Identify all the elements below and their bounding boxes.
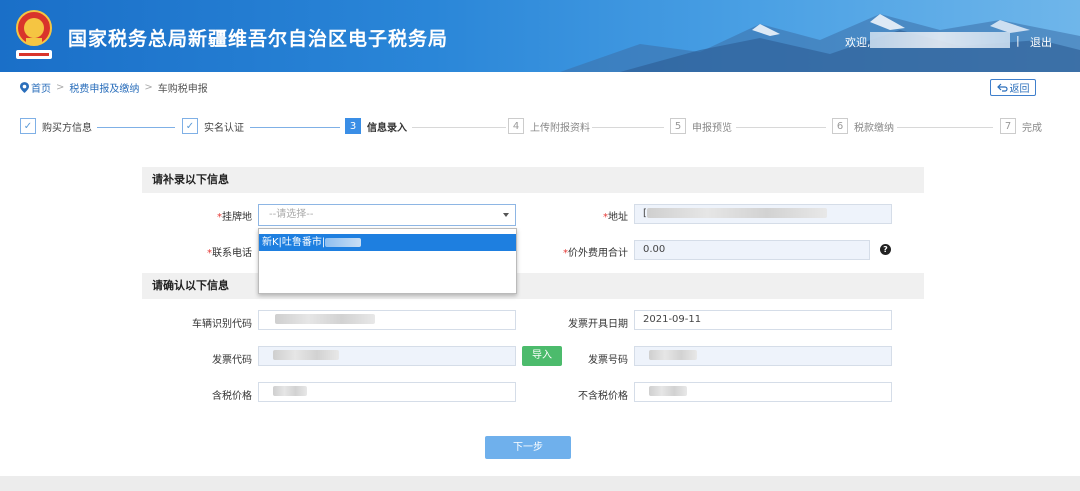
next-step-button[interactable]: 下一步 <box>485 436 571 459</box>
back-button-label: 返回 <box>1009 84 1030 95</box>
step-label: 申报预览 <box>692 122 732 134</box>
invoice-number-label: 发票号码 <box>588 355 628 366</box>
tax-bureau-emblem-icon <box>16 10 52 59</box>
breadcrumb-home[interactable]: 首页 <box>31 80 51 95</box>
breadcrumb-arrow: > <box>56 82 65 93</box>
step-label: 完成 <box>1022 122 1042 134</box>
step-label: 上传附报资料 <box>530 122 590 134</box>
step-real-name: ✓ 实名认证 <box>182 118 244 134</box>
step-connector <box>97 127 175 128</box>
progress-steps: ✓ 购买方信息 ✓ 实名认证 3 信息录入 4 上传附报资料 5 申报预览 6 … <box>0 117 1080 137</box>
site-title: 国家税务总局新疆维吾尔自治区电子税务局 <box>68 28 449 50</box>
step-connector <box>412 127 506 128</box>
step-payment: 6 税款缴纳 <box>832 118 894 134</box>
invoice-code-label: 发票代码 <box>212 355 252 366</box>
step-number: 3 <box>345 118 361 134</box>
top-banner: 国家税务总局新疆维吾尔自治区电子税务局 欢迎, | 退出 <box>0 0 1080 72</box>
logout-link[interactable]: 退出 <box>1030 34 1052 50</box>
step-connector <box>736 127 826 128</box>
tax-inclusive-price-label: 含税价格 <box>212 391 252 402</box>
extra-fee-label: *价外费用合计 <box>563 248 628 259</box>
step-upload: 4 上传附报资料 <box>508 118 590 134</box>
step-number: 7 <box>1000 118 1016 134</box>
help-icon[interactable]: ? <box>880 244 891 255</box>
select-placeholder: --请选择-- <box>269 209 314 220</box>
username-redacted <box>870 32 1010 48</box>
tax-exclusive-price-field[interactable] <box>634 382 892 402</box>
address-field[interactable]: [ <box>634 204 892 224</box>
location-pin-icon <box>20 82 29 93</box>
step-check-icon: ✓ <box>182 118 198 134</box>
step-info-entry: 3 信息录入 <box>345 118 407 134</box>
invoice-date-field[interactable]: 2021-09-11 <box>634 310 892 330</box>
dropdown-option[interactable]: 新K|吐鲁番市| <box>259 234 516 251</box>
invoice-number-field[interactable] <box>634 346 892 366</box>
step-number: 6 <box>832 118 848 134</box>
footer-bar <box>0 476 1080 491</box>
breadcrumb: 首页 > 税费申报及缴纳 > 车购税申报 <box>20 80 208 95</box>
chevron-down-icon <box>503 213 509 217</box>
address-label: *地址 <box>603 212 628 223</box>
tax-inclusive-price-field[interactable] <box>258 382 516 402</box>
step-connector <box>592 127 664 128</box>
section-supplement-header: 请补录以下信息 <box>142 167 924 193</box>
step-complete: 7 完成 <box>1000 118 1042 134</box>
step-label: 信息录入 <box>367 122 407 134</box>
step-number: 5 <box>670 118 686 134</box>
step-connector <box>897 127 993 128</box>
tax-exclusive-price-label: 不含税价格 <box>578 391 628 402</box>
step-label: 税款缴纳 <box>854 122 894 134</box>
plate-location-dropdown: 新K|吐鲁番市| <box>258 228 517 294</box>
plate-location-select[interactable]: --请选择-- <box>258 204 516 226</box>
invoice-code-field[interactable] <box>258 346 516 366</box>
vin-field[interactable] <box>258 310 516 330</box>
step-check-icon: ✓ <box>20 118 36 134</box>
plate-location-label: *挂牌地 <box>217 212 252 223</box>
invoice-date-label: 发票开具日期 <box>568 319 628 330</box>
step-preview: 5 申报预览 <box>670 118 732 134</box>
step-connector <box>250 127 340 128</box>
step-label: 购买方信息 <box>42 122 92 134</box>
breadcrumb-arrow: > <box>144 82 153 93</box>
step-buyer-info: ✓ 购买方信息 <box>20 118 92 134</box>
header-separator: | <box>1016 34 1020 47</box>
phone-label: *联系电话 <box>207 248 252 259</box>
step-label: 实名认证 <box>204 122 244 134</box>
extra-fee-field[interactable]: 0.00 <box>634 240 870 260</box>
vin-label: 车辆识别代码 <box>192 319 252 330</box>
welcome-text: 欢迎, <box>845 36 871 49</box>
breadcrumb-current: 车购税申报 <box>157 84 208 95</box>
breadcrumb-tax-declaration[interactable]: 税费申报及缴纳 <box>69 80 139 95</box>
back-button[interactable]: 返回 <box>990 79 1036 96</box>
return-icon <box>996 83 1008 92</box>
step-number: 4 <box>508 118 524 134</box>
